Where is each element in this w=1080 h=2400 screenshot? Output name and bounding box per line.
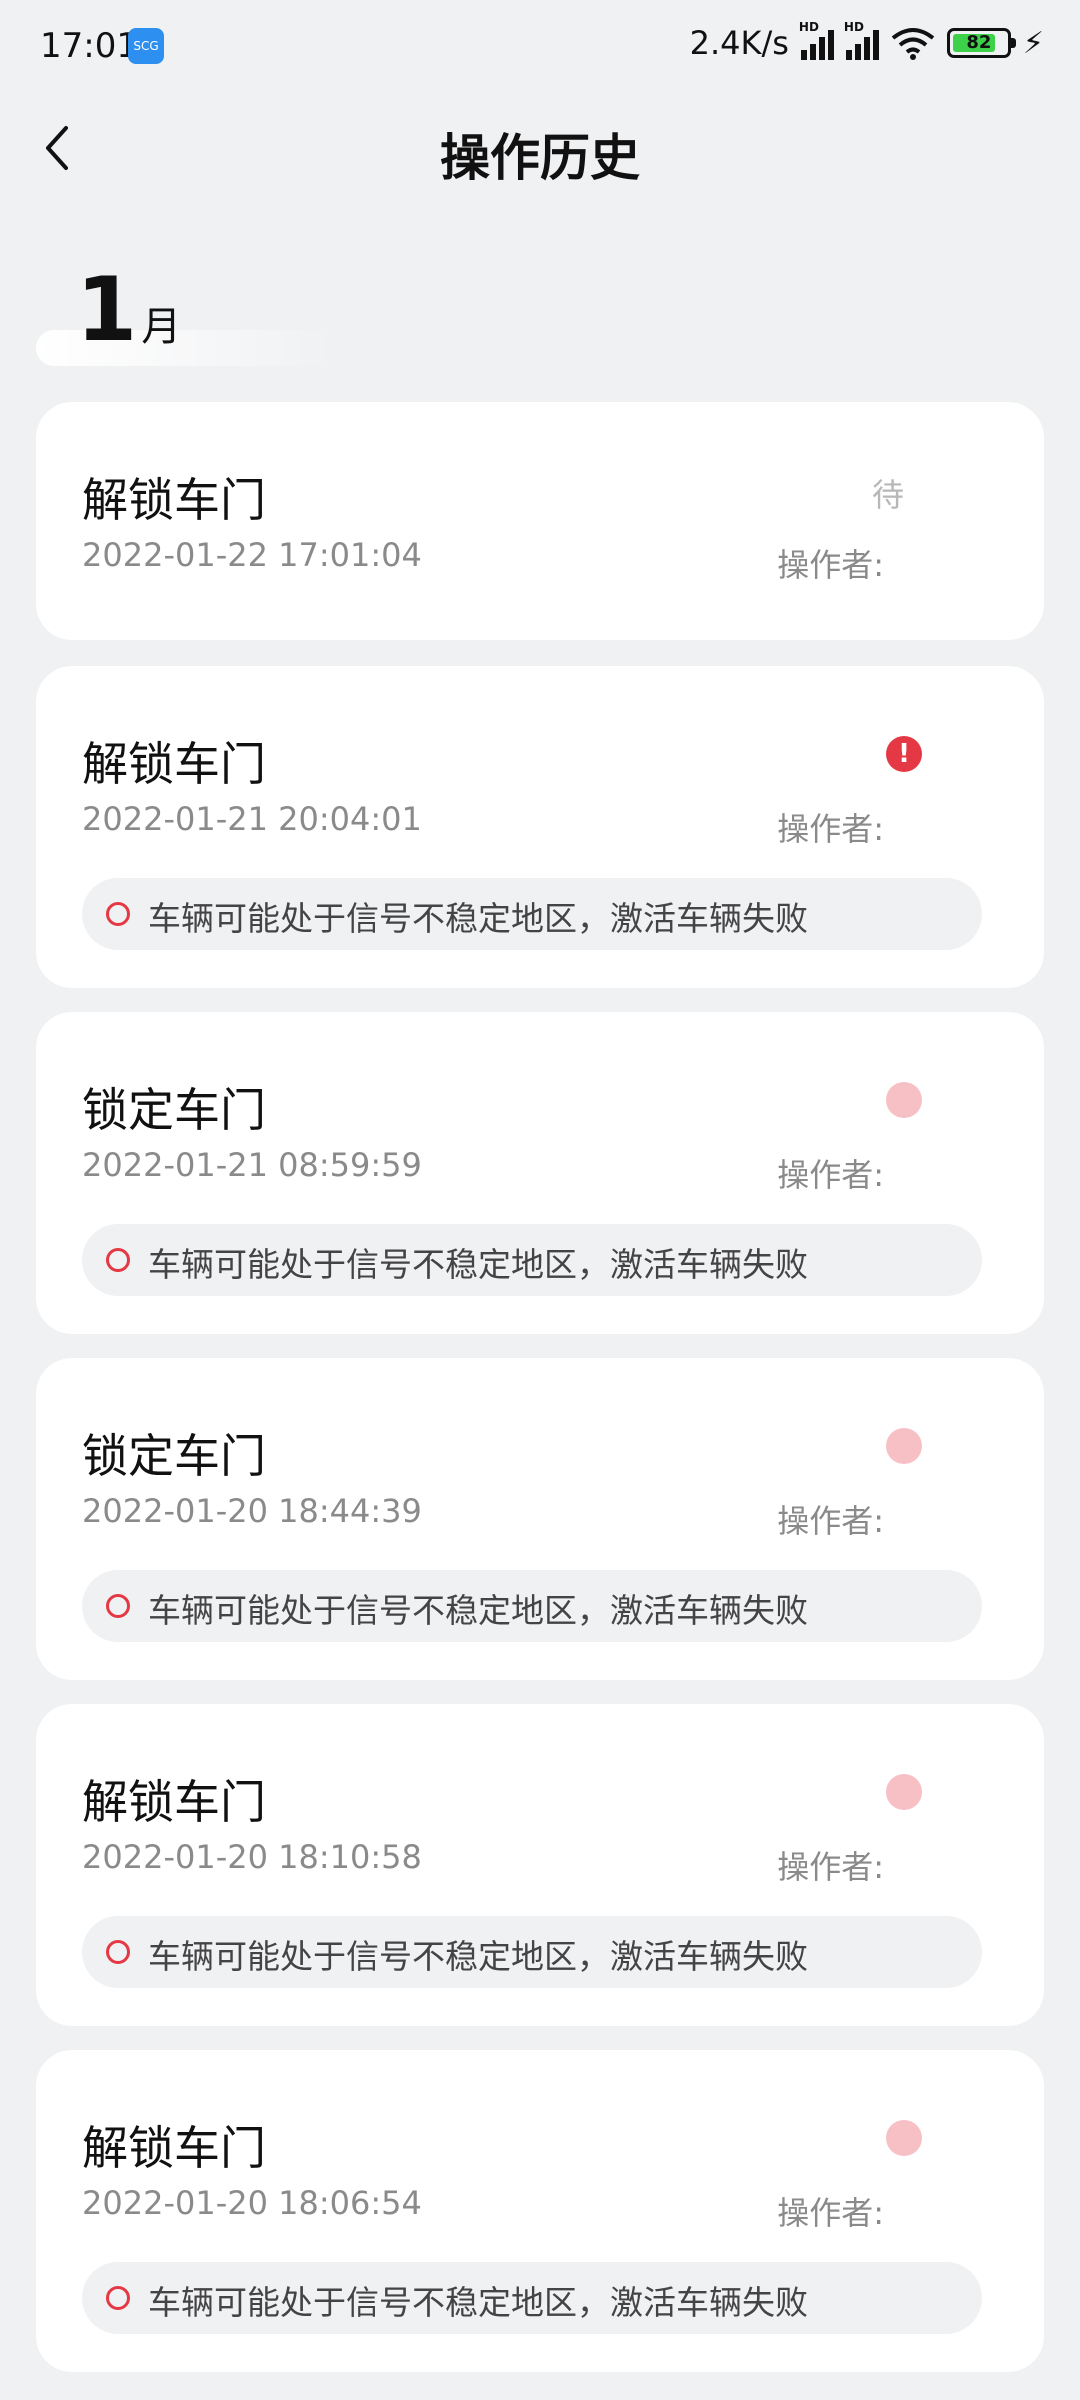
operation-status: 待 — [871, 476, 904, 514]
operation-time: 2022-01-21 20:04:01 — [82, 800, 422, 838]
error-message: 车辆可能处于信号不稳定地区，激活车辆失败 — [82, 2262, 982, 2334]
operation-name: 解锁车门 — [82, 2121, 266, 2175]
charging-icon: ⚡ — [1022, 25, 1044, 61]
alert-icon: ! — [886, 1774, 922, 1810]
error-circle-icon — [106, 902, 130, 926]
history-card[interactable]: 锁定车门 2022-01-20 18:44:39 操作者:! 车辆可能处于信号不稳定地… — [36, 1358, 1044, 1680]
error-message-text: 车辆可能处于信号不稳定地区，激活车辆失败 — [148, 1937, 808, 1976]
error-message: 车辆可能处于信号不稳定地区，激活车辆失败 — [82, 878, 982, 950]
operator-label: 操作者: — [777, 2194, 884, 2232]
operation-name: 解锁车门 — [82, 1775, 266, 1829]
status-time: 17:01 — [40, 26, 138, 66]
status-bar: 17:01 SCG 2.4K/s HD HD 82 ⚡ — [0, 0, 1080, 96]
app-notification-icon: SCG — [128, 28, 164, 64]
signal-icon-2: HD — [844, 20, 879, 60]
status-right: 2.4K/s HD HD 82 ⚡ — [689, 20, 1044, 62]
operator-label: 操作者: — [777, 810, 884, 848]
alert-icon: ! — [886, 1428, 922, 1464]
error-circle-icon — [106, 2286, 130, 2310]
page-title: 操作历史 — [440, 129, 640, 187]
month-heading: 1月 — [76, 258, 181, 361]
history-card[interactable]: 解锁车门 2022-01-22 17:01:04 操作者: 待 — [36, 402, 1044, 640]
operation-name: 锁定车门 — [82, 1429, 266, 1483]
battery-icon: 82 — [946, 28, 1016, 58]
history-card[interactable]: 解锁车门 2022-01-20 18:06:54 操作者:! 车辆可能处于信号不稳定地… — [36, 2050, 1044, 2372]
month-unit: 月 — [141, 304, 182, 350]
month-number: 1 — [76, 258, 138, 361]
alert-icon: ! — [886, 736, 922, 772]
operation-time: 2022-01-21 08:59:59 — [82, 1146, 422, 1184]
operation-time: 2022-01-20 18:06:54 — [82, 2184, 422, 2222]
alert-icon: ! — [886, 1082, 922, 1118]
operation-name: 锁定车门 — [82, 1083, 266, 1137]
operator-label: 操作者: — [777, 1156, 884, 1194]
operation-time: 2022-01-20 18:10:58 — [82, 1838, 422, 1876]
error-message-text: 车辆可能处于信号不稳定地区，激活车辆失败 — [148, 899, 808, 938]
error-message-text: 车辆可能处于信号不稳定地区，激活车辆失败 — [148, 2283, 808, 2322]
battery-level: 82 — [966, 32, 992, 53]
error-message-text: 车辆可能处于信号不稳定地区，激活车辆失败 — [148, 1591, 808, 1630]
history-card[interactable]: 解锁车门 2022-01-20 18:10:58 操作者:! 车辆可能处于信号不稳定地… — [36, 1704, 1044, 2026]
operation-name: 解锁车门 — [82, 737, 266, 791]
error-message: 车辆可能处于信号不稳定地区，激活车辆失败 — [82, 1224, 982, 1296]
error-circle-icon — [106, 1940, 130, 1964]
wifi-icon — [891, 26, 935, 60]
operation-name: 解锁车门 — [82, 473, 266, 527]
error-message-text: 车辆可能处于信号不稳定地区，激活车辆失败 — [148, 1245, 808, 1284]
history-card[interactable]: 解锁车门 2022-01-21 20:04:01 操作者:! 车辆可能处于信号不稳定地… — [36, 666, 1044, 988]
error-message: 车辆可能处于信号不稳定地区，激活车辆失败 — [82, 1570, 982, 1642]
error-circle-icon — [106, 1248, 130, 1272]
operation-time: 2022-01-20 18:44:39 — [82, 1492, 422, 1530]
history-card[interactable]: 锁定车门 2022-01-21 08:59:59 操作者:! 车辆可能处于信号不稳定地… — [36, 1012, 1044, 1334]
alert-icon: ! — [886, 2120, 922, 2156]
operator-label: 操作者: — [777, 1848, 884, 1886]
network-speed: 2.4K/s — [689, 24, 789, 62]
operation-time: 2022-01-22 17:01:04 — [82, 536, 422, 574]
operator-label: 操作者: — [777, 1502, 884, 1540]
error-circle-icon — [106, 1594, 130, 1618]
error-message: 车辆可能处于信号不稳定地区，激活车辆失败 — [82, 1916, 982, 1988]
operator-label: 操作者: — [777, 546, 884, 584]
signal-icon-1: HD — [799, 20, 834, 60]
